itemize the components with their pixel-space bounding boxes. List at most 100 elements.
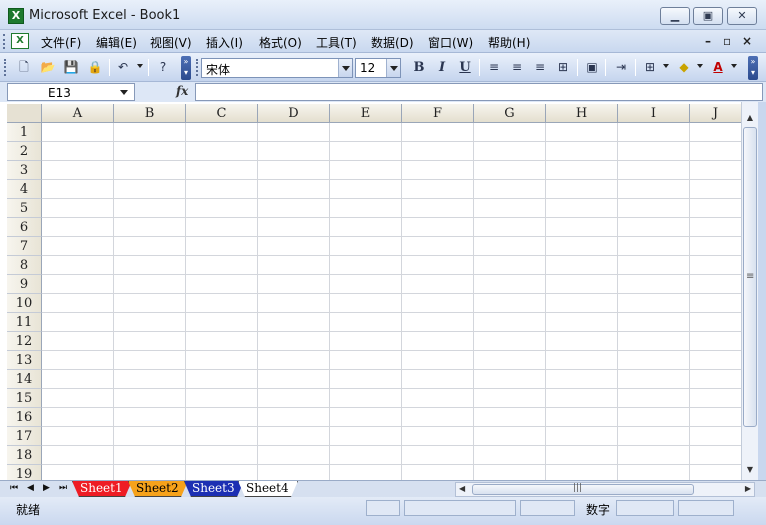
menu-view[interactable]: 视图(V) xyxy=(150,34,192,51)
undo-dropdown-icon[interactable] xyxy=(137,64,143,68)
row-header[interactable]: 4 xyxy=(7,180,42,199)
tab-sheet3[interactable]: Sheet3 xyxy=(184,481,244,497)
row-header[interactable]: 14 xyxy=(7,370,42,389)
scroll-down-icon[interactable]: ▼ xyxy=(744,464,756,476)
row-header[interactable]: 3 xyxy=(7,161,42,180)
cell-grid[interactable] xyxy=(42,123,741,480)
currency-icon[interactable]: ▣ xyxy=(583,59,601,76)
align-right-icon[interactable]: ≡ xyxy=(531,59,549,76)
scroll-right-icon[interactable]: ▶ xyxy=(745,484,751,493)
menu-insert[interactable]: 插入(I) xyxy=(206,34,243,51)
font-color-icon[interactable]: A xyxy=(709,59,727,76)
scroll-up-icon[interactable]: ▲ xyxy=(744,112,756,124)
font-color-dropdown-icon[interactable] xyxy=(731,64,737,68)
doc-close-icon[interactable]: × xyxy=(742,34,752,48)
row-header[interactable]: 2 xyxy=(7,142,42,161)
close-button[interactable]: ✕ xyxy=(727,7,757,25)
borders-dropdown-icon[interactable] xyxy=(663,64,669,68)
prev-sheet-icon[interactable]: ◀ xyxy=(27,483,34,493)
row-header[interactable]: 7 xyxy=(7,237,42,256)
row-header[interactable]: 18 xyxy=(7,446,42,465)
row-header[interactable]: 13 xyxy=(7,351,42,370)
column-header[interactable]: J xyxy=(690,104,742,123)
vertical-scroll-thumb[interactable] xyxy=(743,127,757,427)
row-header[interactable]: 6 xyxy=(7,218,42,237)
align-left-icon[interactable]: ≡ xyxy=(485,59,503,76)
doc-restore-icon[interactable]: ▫ xyxy=(723,34,731,48)
row-header[interactable]: 12 xyxy=(7,332,42,351)
new-icon[interactable]: 🗋 xyxy=(15,59,33,76)
borders-icon[interactable]: ⊞ xyxy=(641,59,659,76)
status-panel xyxy=(366,500,400,516)
next-sheet-icon[interactable]: ▶ xyxy=(43,483,50,493)
menu-help[interactable]: 帮助(H) xyxy=(488,34,530,51)
row-header[interactable]: 5 xyxy=(7,199,42,218)
bold-button[interactable]: B xyxy=(410,59,428,76)
undo-icon[interactable]: ↶ xyxy=(114,59,132,76)
menu-tools[interactable]: 工具(T) xyxy=(316,34,357,51)
fill-color-dropdown-icon[interactable] xyxy=(697,64,703,68)
permission-icon[interactable]: 🔒 xyxy=(86,59,104,76)
italic-button[interactable]: I xyxy=(433,59,451,76)
name-box-dropdown-icon[interactable] xyxy=(120,90,128,95)
doc-minimize-icon[interactable]: – xyxy=(705,34,711,48)
first-sheet-icon[interactable]: ⏮ xyxy=(10,483,18,493)
column-header[interactable]: E xyxy=(330,104,402,123)
help-icon[interactable]: ? xyxy=(154,59,172,76)
toolbar-overflow-icon[interactable]: » ▾ xyxy=(748,56,758,80)
row-header[interactable]: 10 xyxy=(7,294,42,313)
menu-edit[interactable]: 编辑(E) xyxy=(96,34,137,51)
vertical-scrollbar[interactable]: ▲ ▼ xyxy=(741,102,758,480)
last-sheet-icon[interactable]: ⏭ xyxy=(59,483,67,493)
menu-data[interactable]: 数据(D) xyxy=(371,34,414,51)
select-all-corner[interactable] xyxy=(7,104,42,123)
insert-function-icon[interactable]: fx xyxy=(176,84,188,98)
column-header[interactable]: F xyxy=(402,104,474,123)
row-header[interactable]: 9 xyxy=(7,275,42,294)
menu-window[interactable]: 窗口(W) xyxy=(428,34,473,51)
toolbar-grip[interactable] xyxy=(4,59,7,76)
font-name-dropdown-icon[interactable] xyxy=(338,59,352,77)
maximize-button[interactable]: ▣ xyxy=(693,7,723,25)
tab-sheet1[interactable]: Sheet1 xyxy=(72,481,132,497)
row-header[interactable]: 8 xyxy=(7,256,42,275)
row-header[interactable]: 19 xyxy=(7,465,42,480)
font-name-select[interactable]: 宋体 xyxy=(201,58,353,78)
toolbar-overflow-icon[interactable]: » ▾ xyxy=(181,56,191,80)
menu-format[interactable]: 格式(O) xyxy=(259,34,302,51)
scroll-left-icon[interactable]: ◀ xyxy=(459,484,465,493)
row-header[interactable]: 1 xyxy=(7,123,42,142)
menu-file[interactable]: 文件(F) xyxy=(41,34,81,51)
column-header[interactable]: D xyxy=(258,104,330,123)
horizontal-scrollbar[interactable]: ◀ ▶ xyxy=(455,482,755,497)
menubar-grip[interactable] xyxy=(3,34,7,49)
minimize-button[interactable]: ▁ xyxy=(660,7,690,25)
row-header[interactable]: 17 xyxy=(7,427,42,446)
row-header[interactable]: 16 xyxy=(7,408,42,427)
underline-button[interactable]: U xyxy=(456,59,474,76)
formula-input[interactable] xyxy=(195,83,763,101)
font-size-select[interactable]: 12 xyxy=(355,58,401,78)
indent-icon[interactable]: ⇥ xyxy=(612,59,630,76)
open-icon[interactable]: 📂 xyxy=(39,59,57,76)
row-header[interactable]: 11 xyxy=(7,313,42,332)
column-header[interactable]: H xyxy=(546,104,618,123)
row-header[interactable]: 15 xyxy=(7,389,42,408)
excel-app-icon[interactable]: X xyxy=(8,8,24,24)
toolbar-grip[interactable] xyxy=(196,59,199,76)
column-header[interactable]: G xyxy=(474,104,546,123)
tab-sheet4[interactable]: Sheet4 xyxy=(238,481,298,497)
column-header[interactable]: I xyxy=(618,104,690,123)
column-header[interactable]: A xyxy=(42,104,114,123)
fill-color-icon[interactable]: ◆ xyxy=(675,59,693,76)
align-center-icon[interactable]: ≡ xyxy=(508,59,526,76)
tab-sheet2[interactable]: Sheet2 xyxy=(128,481,188,497)
workbook-icon[interactable]: X xyxy=(11,33,29,49)
name-box[interactable]: E13 xyxy=(7,83,135,101)
font-size-dropdown-icon[interactable] xyxy=(386,59,400,77)
merge-center-icon[interactable]: ⊞ xyxy=(554,59,572,76)
save-icon[interactable]: 💾 xyxy=(62,59,80,76)
column-header[interactable]: B xyxy=(114,104,186,123)
horizontal-scroll-thumb[interactable] xyxy=(472,483,694,495)
column-header[interactable]: C xyxy=(186,104,258,123)
